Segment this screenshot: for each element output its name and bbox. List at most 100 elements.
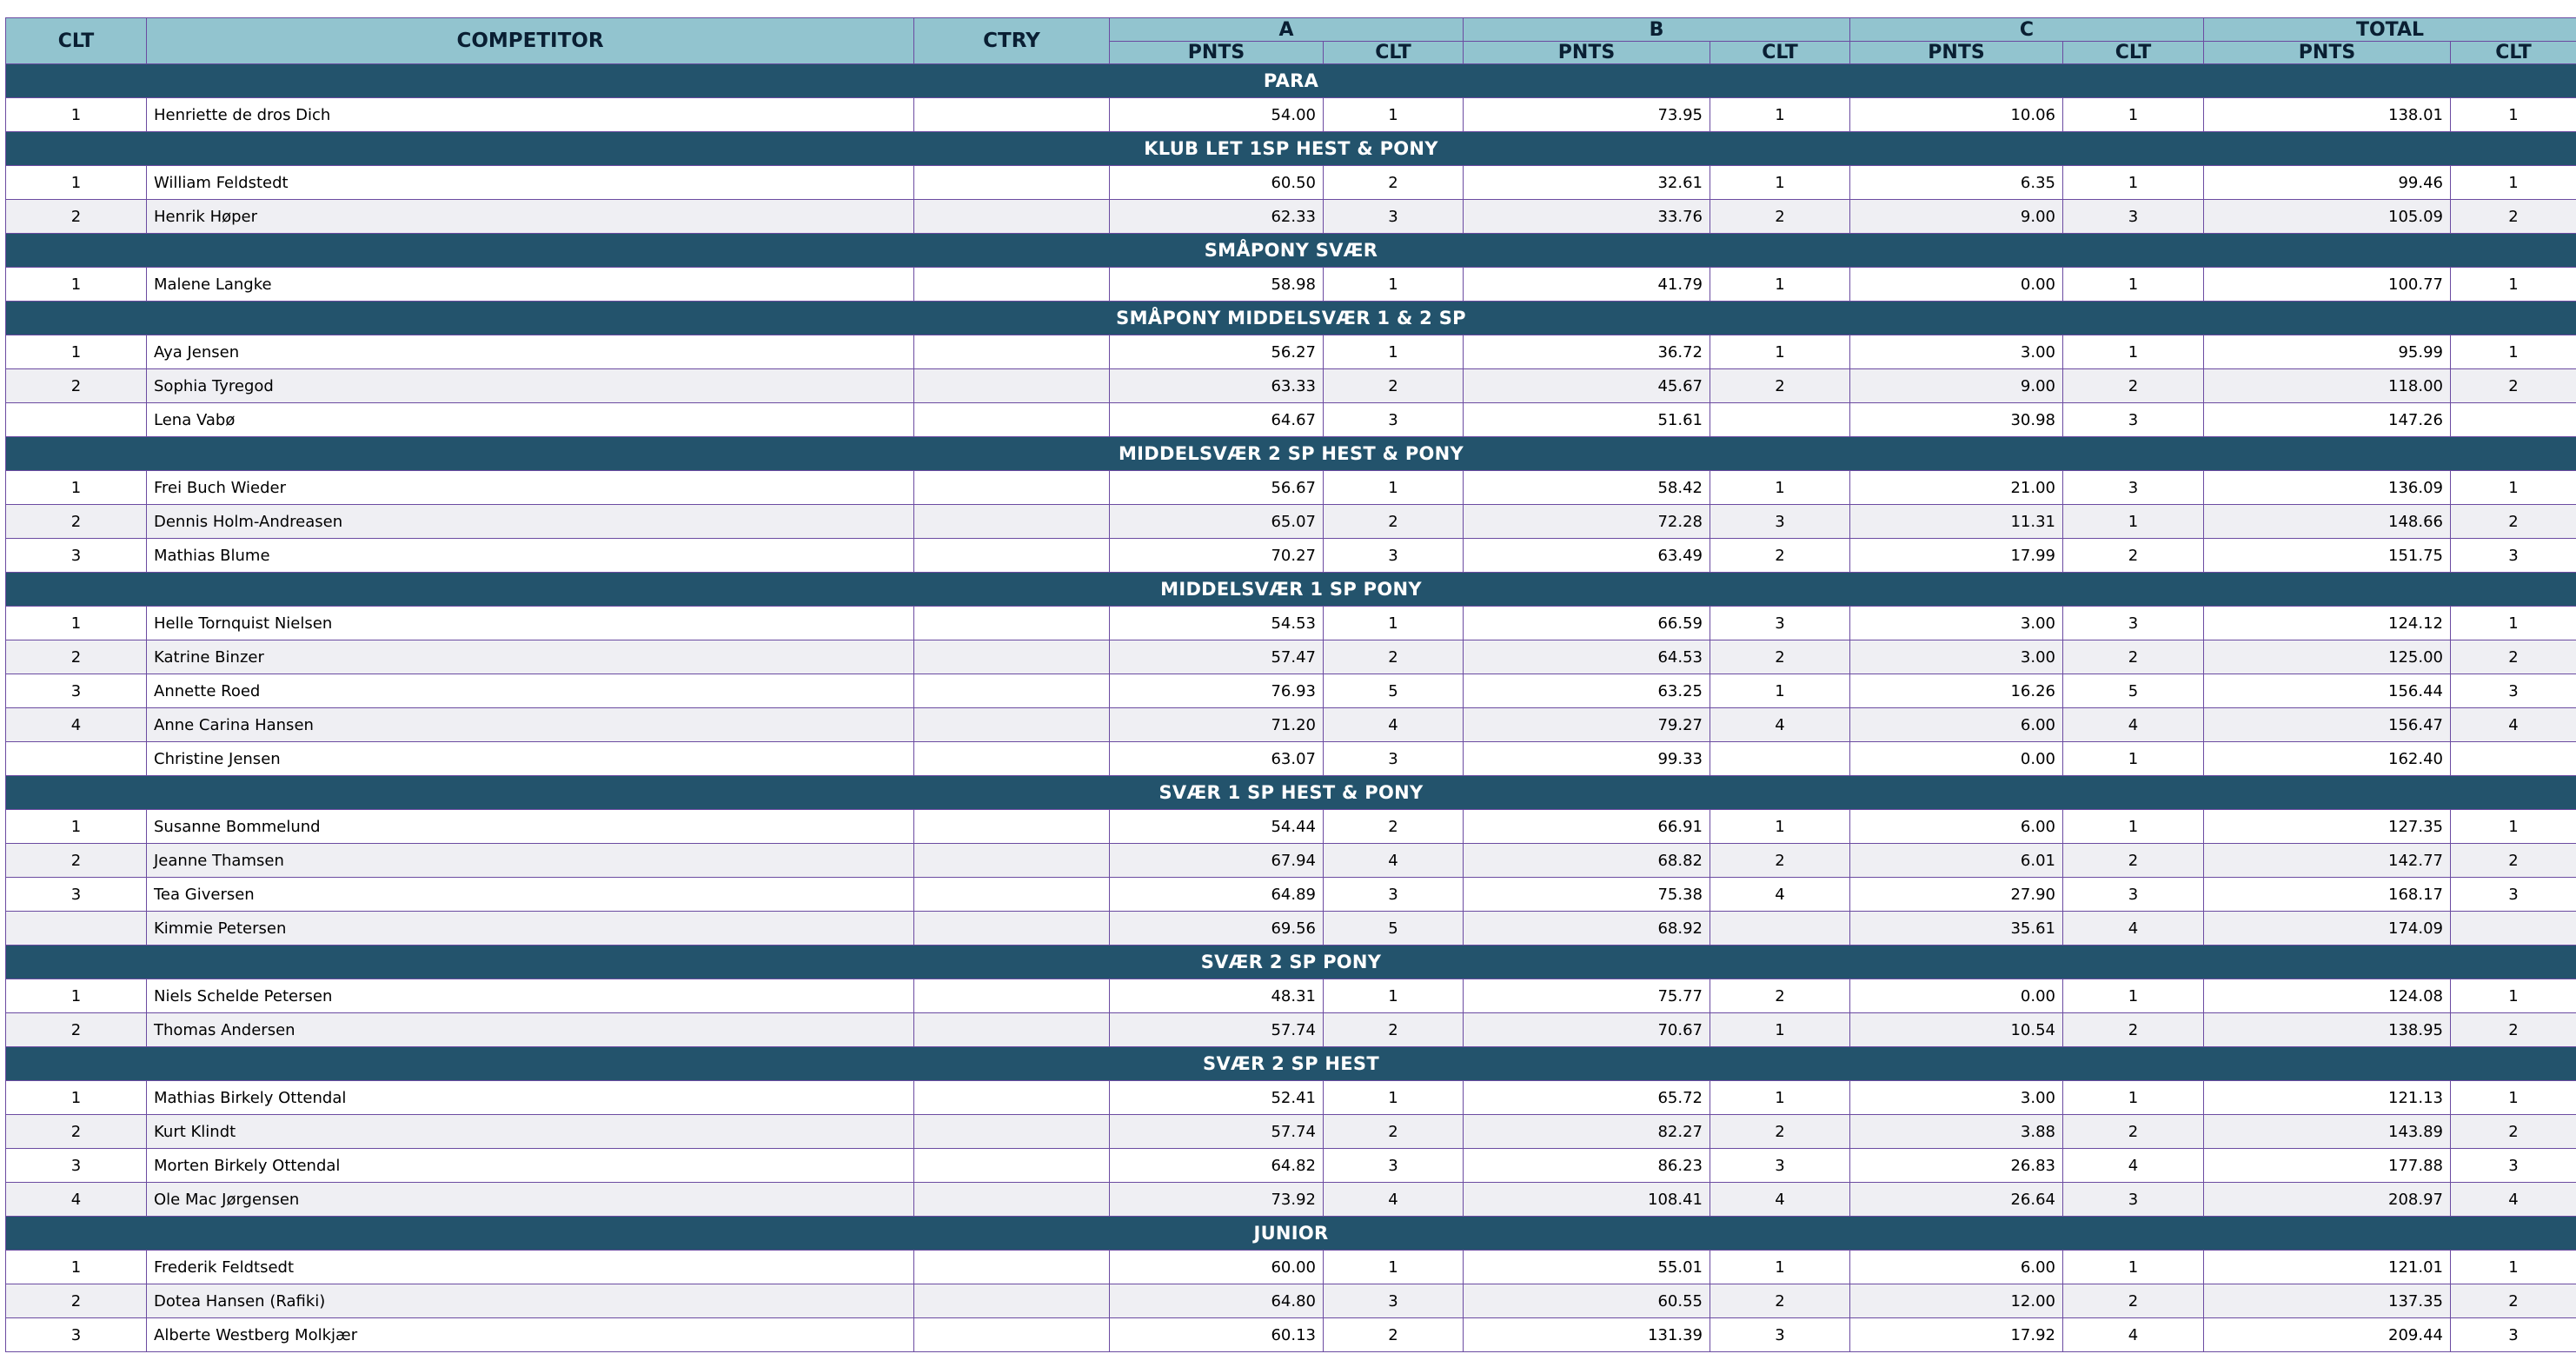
a-points-cell: 64.80 [1109, 1284, 1324, 1318]
a-points-cell: 65.07 [1109, 504, 1324, 539]
b-points-cell: 66.91 [1463, 809, 1710, 844]
table-row: 2 Henrik Høper 62.33 3 33.76 2 9.00 3 105.09 2 [5, 199, 2576, 234]
a-rank-cell: 2 [1323, 640, 1464, 674]
total-points-cell: 124.08 [2203, 979, 2451, 1013]
table-row: 3 Mathias Blume 70.27 3 63.49 2 17.99 2 151.75 3 [5, 538, 2576, 573]
col-header-b-pnts[interactable]: PNTS [1463, 41, 1710, 64]
b-rank-cell: 2 [1710, 538, 1850, 573]
country-cell [913, 470, 1110, 505]
total-points-cell: 174.09 [2203, 911, 2451, 946]
col-header-c-pnts[interactable]: PNTS [1849, 41, 2063, 64]
country-cell [913, 843, 1110, 878]
rank-cell: 1 [5, 165, 147, 200]
rank-cell: 1 [5, 1250, 147, 1284]
table-row: 1 Susanne Bommelund 54.44 2 66.91 1 6.00 1 127.3… [5, 809, 2576, 844]
total-rank-cell: 1 [2450, 809, 2576, 844]
competitor-cell: Katrine Binzer [146, 640, 914, 674]
a-points-cell: 64.89 [1109, 877, 1324, 912]
category-header-row: MIDDELSVÆR 2 SP HEST & PONY [5, 436, 2576, 471]
a-rank-cell: 3 [1323, 538, 1464, 573]
total-points-cell: 142.77 [2203, 843, 2451, 878]
b-rank-cell: 1 [1710, 1012, 1850, 1047]
total-points-cell: 136.09 [2203, 470, 2451, 505]
country-cell [913, 1148, 1110, 1183]
rank-cell: 1 [5, 809, 147, 844]
rank-cell: 3 [5, 1317, 147, 1352]
col-header-competitor[interactable]: COMPETITOR [146, 17, 914, 64]
col-header-total-clt[interactable]: CLT [2450, 41, 2576, 64]
total-rank-cell: 2 [2450, 640, 2576, 674]
table-row: 4 Anne Carina Hansen 71.20 4 79.27 4 6.00 4 156.… [5, 707, 2576, 742]
competitor-cell: Niels Schelde Petersen [146, 979, 914, 1013]
col-header-b-clt[interactable]: CLT [1710, 41, 1850, 64]
competitor-cell: Henriette de dros Dich [146, 97, 914, 132]
col-group-b: B [1463, 17, 1850, 42]
b-points-cell: 41.79 [1463, 267, 1710, 302]
a-points-cell: 63.07 [1109, 741, 1324, 776]
c-points-cell: 3.88 [1849, 1114, 2063, 1149]
c-points-cell: 21.00 [1849, 470, 2063, 505]
a-rank-cell: 1 [1323, 979, 1464, 1013]
rank-cell [5, 741, 147, 776]
competitor-cell: Mathias Birkely Ottendal [146, 1080, 914, 1115]
a-points-cell: 69.56 [1109, 911, 1324, 946]
col-group-a: A [1109, 17, 1464, 42]
c-points-cell: 27.90 [1849, 877, 2063, 912]
rank-cell: 2 [5, 1114, 147, 1149]
competitor-cell: Henrik Høper [146, 199, 914, 234]
c-points-cell: 3.00 [1849, 1080, 2063, 1115]
a-rank-cell: 1 [1323, 606, 1464, 640]
b-points-cell: 36.72 [1463, 335, 1710, 369]
a-rank-cell: 3 [1323, 741, 1464, 776]
total-points-cell: 156.44 [2203, 674, 2451, 708]
col-header-total-pnts[interactable]: PNTS [2203, 41, 2451, 64]
rank-cell [5, 911, 147, 946]
table-row: 2 Kurt Klindt 57.74 2 82.27 2 3.88 2 143.89 2 [5, 1114, 2576, 1149]
category-title: MIDDELSVÆR 2 SP HEST & PONY [5, 436, 2576, 471]
b-rank-cell: 3 [1710, 1317, 1850, 1352]
b-points-cell: 86.23 [1463, 1148, 1710, 1183]
col-header-c-clt[interactable]: CLT [2062, 41, 2204, 64]
col-header-ctry[interactable]: CTRY [913, 17, 1110, 64]
competitor-cell: Morten Birkely Ottendal [146, 1148, 914, 1183]
col-group-total: TOTAL [2203, 17, 2576, 42]
table-row: 2 Dennis Holm-Andreasen 65.07 2 72.28 3 11.31 1… [5, 504, 2576, 539]
a-rank-cell: 5 [1323, 674, 1464, 708]
a-rank-cell: 3 [1323, 402, 1464, 437]
c-rank-cell: 1 [2062, 267, 2204, 302]
c-points-cell: 35.61 [1849, 911, 2063, 946]
c-points-cell: 10.06 [1849, 97, 2063, 132]
rank-cell: 3 [5, 1148, 147, 1183]
rank-cell: 2 [5, 504, 147, 539]
competitor-cell: Jeanne Thamsen [146, 843, 914, 878]
c-points-cell: 6.00 [1849, 1250, 2063, 1284]
a-points-cell: 64.67 [1109, 402, 1324, 437]
rank-cell: 4 [5, 1182, 147, 1217]
b-rank-cell: 1 [1710, 809, 1850, 844]
a-rank-cell: 4 [1323, 1182, 1464, 1217]
rank-cell: 1 [5, 267, 147, 302]
col-header-a-pnts[interactable]: PNTS [1109, 41, 1324, 64]
c-rank-cell: 3 [2062, 470, 2204, 505]
b-rank-cell: 2 [1710, 843, 1850, 878]
table-header: CLT COMPETITOR CTRY A B C TOTAL PNTS CLT… [5, 17, 2576, 64]
table-row: Kimmie Petersen 69.56 5 68.92 35.61 4 174.09 [5, 911, 2576, 946]
table-row: 1 Mathias Birkely Ottendal 52.41 1 65.72 1 3.0… [5, 1080, 2576, 1115]
c-points-cell: 3.00 [1849, 640, 2063, 674]
col-header-a-clt[interactable]: CLT [1323, 41, 1464, 64]
rank-cell: 2 [5, 1012, 147, 1047]
col-header-clt[interactable]: CLT [5, 17, 147, 64]
category-title: SVÆR 2 SP HEST [5, 1046, 2576, 1081]
c-rank-cell: 1 [2062, 165, 2204, 200]
c-points-cell: 17.92 [1849, 1317, 2063, 1352]
total-points-cell: 138.01 [2203, 97, 2451, 132]
b-rank-cell: 2 [1710, 979, 1850, 1013]
rank-cell: 1 [5, 97, 147, 132]
country-cell [913, 402, 1110, 437]
a-rank-cell: 3 [1323, 199, 1464, 234]
rank-cell: 2 [5, 640, 147, 674]
c-rank-cell: 1 [2062, 1250, 2204, 1284]
c-rank-cell: 2 [2062, 843, 2204, 878]
c-points-cell: 11.31 [1849, 504, 2063, 539]
table-row: 3 Alberte Westberg Molkjær 60.13 2 131.39 3 17… [5, 1317, 2576, 1352]
